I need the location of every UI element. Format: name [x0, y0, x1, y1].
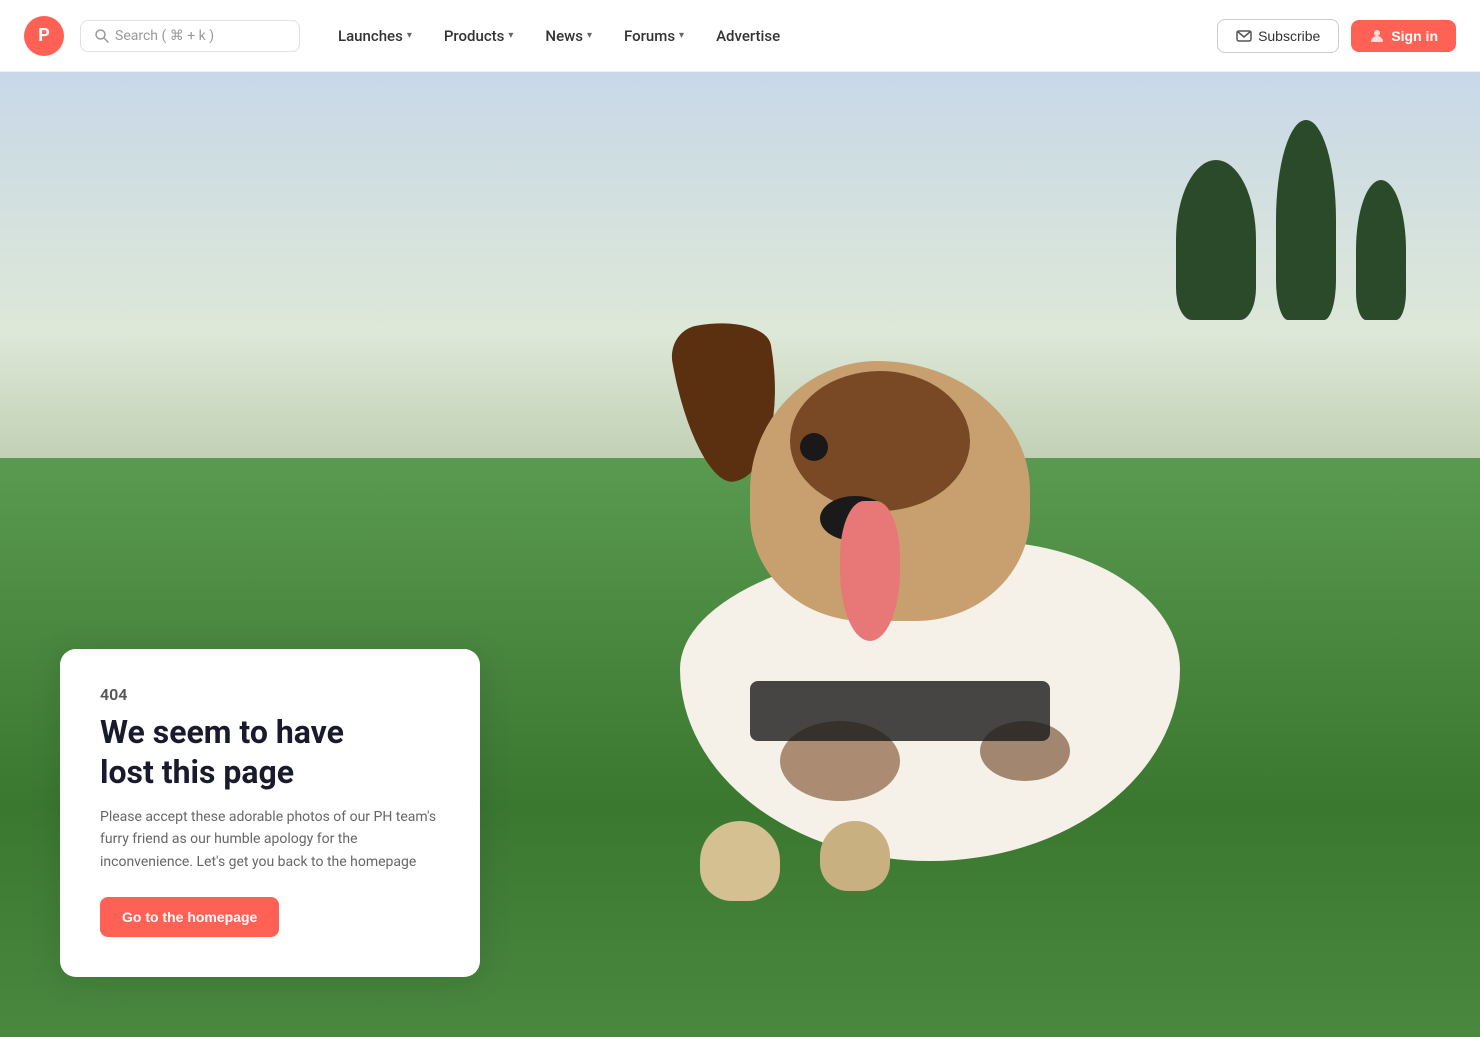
nav-item-advertise[interactable]: Advertise [702, 19, 794, 53]
search-box[interactable]: Search ( ⌘ + k ) [80, 20, 300, 52]
nav-links: Launches ▾ Products ▾ News ▾ Forums ▾ Ad… [324, 19, 1209, 53]
search-icon [95, 29, 109, 43]
search-placeholder: Search ( ⌘ + k ) [115, 28, 214, 44]
dog-paw-1 [700, 821, 780, 901]
dog-paw-2 [820, 821, 890, 891]
go-to-homepage-button[interactable]: Go to the homepage [100, 897, 279, 937]
signin-button[interactable]: Sign in [1351, 20, 1456, 52]
error-description: Please accept these adorable photos of o… [100, 806, 440, 873]
error-card: 404 We seem to have lost this page Pleas… [60, 649, 480, 977]
error-title: We seem to have lost this page [100, 712, 440, 792]
user-icon [1369, 28, 1385, 44]
chevron-down-icon: ▾ [508, 30, 513, 41]
error-code: 404 [100, 685, 440, 704]
dog-tongue [840, 501, 900, 641]
chevron-down-icon: ▾ [679, 30, 684, 41]
dog-eye [800, 433, 828, 461]
dog-harness [750, 681, 1050, 741]
chevron-down-icon: ▾ [587, 30, 592, 41]
nav-item-forums[interactable]: Forums ▾ [610, 19, 698, 53]
subscribe-button[interactable]: Subscribe [1217, 19, 1339, 53]
dog-illustration [600, 291, 1300, 941]
nav-item-news[interactable]: News ▾ [531, 19, 606, 53]
nav-right-actions: Subscribe Sign in [1217, 19, 1456, 53]
email-icon [1236, 28, 1252, 44]
nav-item-launches[interactable]: Launches ▾ [324, 19, 426, 53]
navbar: P Search ( ⌘ + k ) Launches ▾ Products ▾… [0, 0, 1480, 72]
logo[interactable]: P [24, 16, 64, 56]
nav-item-products[interactable]: Products ▾ [430, 19, 528, 53]
hero-section: 404 We seem to have lost this page Pleas… [0, 72, 1480, 1037]
chevron-down-icon: ▾ [407, 30, 412, 41]
tree-3 [1356, 180, 1406, 320]
hero-background: 404 We seem to have lost this page Pleas… [0, 72, 1480, 1037]
